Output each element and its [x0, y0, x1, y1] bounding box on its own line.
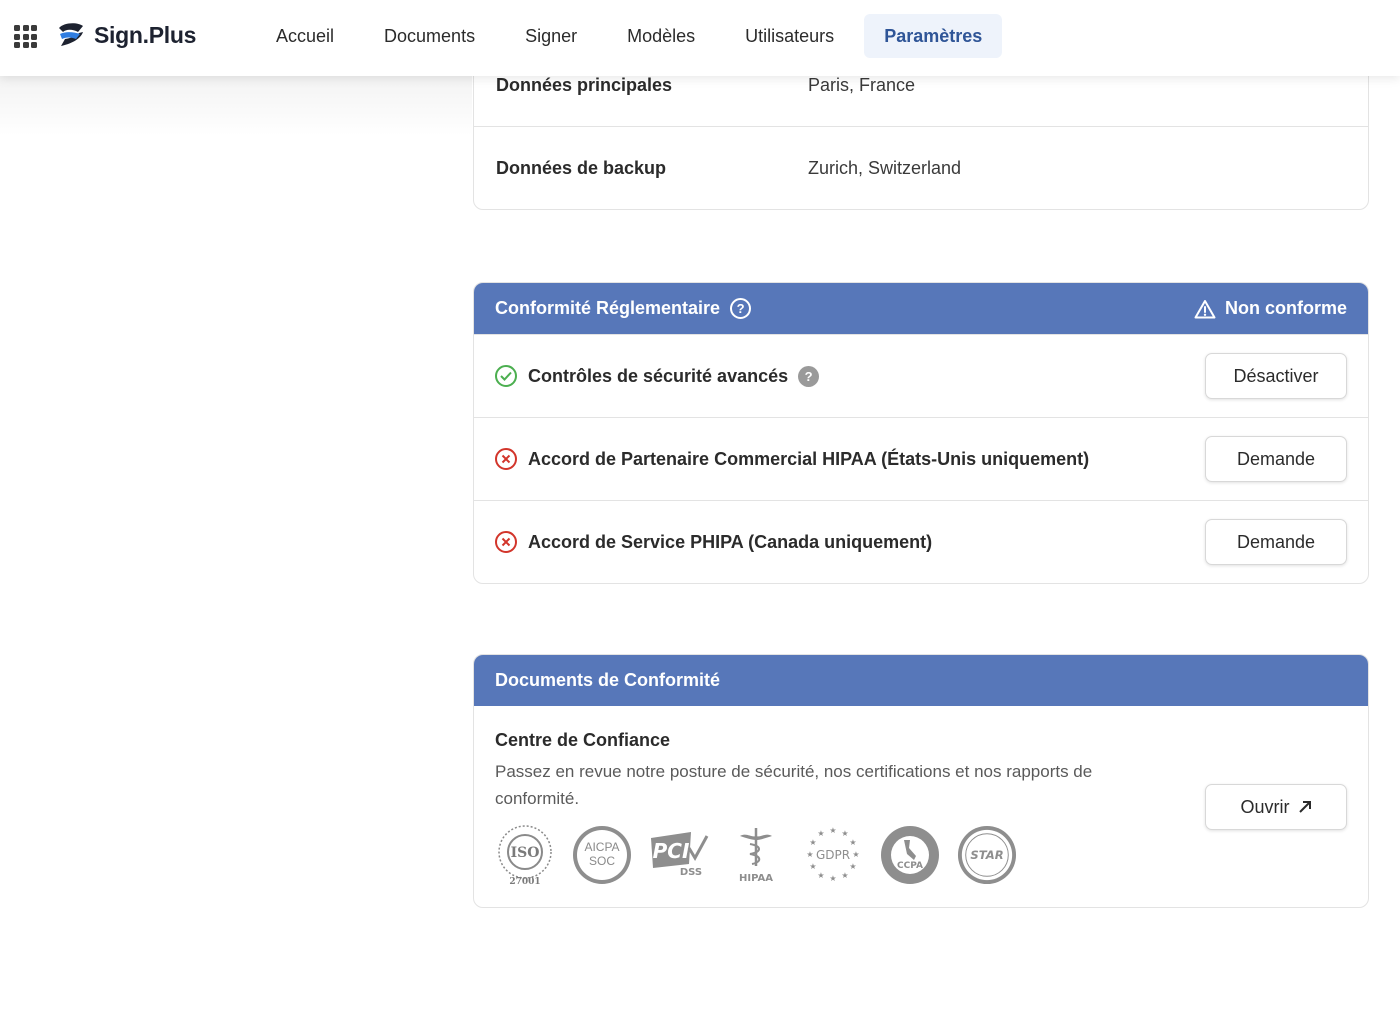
compliance-item-label: Accord de Service PHIPA (Canada uniqueme… [528, 531, 933, 552]
deactivate-button[interactable]: Désactiver [1205, 353, 1347, 399]
open-trust-center-button[interactable]: Ouvrir [1205, 784, 1347, 830]
compliance-documents-header: Documents de Conformité [474, 655, 1368, 706]
badge-subtext: SOC [589, 854, 615, 868]
svg-text:★: ★ [849, 838, 856, 847]
top-navigation-bar: Sign.Plus Accueil Documents Signer Modèl… [0, 0, 1400, 76]
sign-plus-logo-icon [59, 23, 83, 46]
section-title: Documents de Conformité [495, 670, 721, 690]
certification-badges: ISO 27001 AICPA SOC PCI DSS HIPAA ★ ★ ★ … [495, 824, 1017, 886]
nav-item-parametres[interactable]: Paramètres [864, 14, 1003, 58]
ccpa-badge-icon: CCPA [880, 824, 940, 886]
data-location-row: Données de backup Zurich, Switzerland [474, 127, 1368, 210]
svg-text:★: ★ [806, 850, 813, 859]
nav-item-documents[interactable]: Documents [364, 14, 495, 58]
svg-text:★: ★ [829, 826, 836, 835]
svg-text:★: ★ [841, 829, 848, 838]
compliance-row: Accord de Service PHIPA (Canada uniqueme… [474, 500, 1368, 583]
brand-name: Sign.Plus [94, 21, 197, 48]
data-location-label: Données principales [496, 74, 673, 95]
badge-text: CCPA [897, 861, 923, 871]
nav-item-signer[interactable]: Signer [505, 14, 597, 58]
x-circle-icon [495, 448, 517, 470]
regulatory-compliance-header: Conformité Réglementaire ? Non conforme [474, 283, 1368, 334]
data-location-label: Données de backup [496, 158, 667, 178]
badge-subtext: DSS [680, 867, 702, 878]
compliance-status: Non conforme [1194, 283, 1347, 334]
nav-item-accueil[interactable]: Accueil [256, 14, 354, 58]
badge-text: STAR [970, 848, 1003, 862]
compliance-row: Contrôles de sécurité avancés ? Désactiv… [474, 334, 1368, 417]
app-launcher-grid-icon[interactable] [14, 25, 37, 48]
compliance-item-label: Accord de Partenaire Commercial HIPAA (É… [528, 448, 1090, 469]
open-button-label: Ouvrir [1240, 796, 1290, 817]
nav-item-modeles[interactable]: Modèles [607, 14, 715, 58]
request-button[interactable]: Demande [1205, 519, 1347, 565]
warning-icon [1194, 299, 1216, 318]
pci-dss-badge-icon: PCI DSS [649, 824, 709, 886]
data-location-value: Zurich, Switzerland [808, 158, 962, 178]
sidebar-shadow [0, 76, 472, 136]
badge-text: GDPR [816, 848, 850, 862]
badge-text: AICPA [584, 840, 619, 854]
main-nav: Accueil Documents Signer Modèles Utilisa… [256, 14, 1012, 58]
svg-text:★: ★ [829, 874, 836, 883]
external-link-arrow-icon [1298, 801, 1311, 813]
svg-text:★: ★ [809, 862, 816, 871]
help-icon[interactable]: ? [798, 365, 820, 387]
aicpa-soc-badge-icon: AICPA SOC [572, 824, 632, 886]
nav-item-utilisateurs[interactable]: Utilisateurs [725, 14, 854, 58]
trust-center-title: Centre de Confiance [495, 730, 671, 750]
trust-center-description: Passez en revue notre posture de sécurit… [495, 762, 1093, 808]
request-button[interactable]: Demande [1205, 436, 1347, 482]
svg-text:★: ★ [849, 862, 856, 871]
check-circle-icon [495, 365, 517, 387]
badge-text: ISO [511, 845, 540, 861]
compliance-item-label: Contrôles de sécurité avancés [528, 365, 789, 386]
brand-logo[interactable]: Sign.Plus [56, 20, 196, 50]
svg-text:★: ★ [817, 871, 824, 880]
badge-subtext: 27001 [509, 877, 540, 886]
badge-text: HIPAA [739, 873, 773, 884]
svg-text:★: ★ [852, 850, 859, 859]
iso-27001-badge-icon: ISO 27001 [495, 824, 555, 886]
regulatory-compliance-card: Conformité Réglementaire ? Non conforme … [473, 282, 1369, 584]
svg-text:★: ★ [809, 838, 816, 847]
compliance-row: Accord de Partenaire Commercial HIPAA (É… [474, 417, 1368, 500]
svg-text:★: ★ [817, 829, 824, 838]
x-circle-icon [495, 531, 517, 553]
hipaa-badge-icon: HIPAA [726, 824, 786, 886]
compliance-documents-card: Documents de Conformité Centre de Confia… [473, 654, 1369, 908]
trust-center: Centre de Confiance Passez en revue notr… [474, 706, 1368, 907]
gdpr-badge-icon: ★ ★ ★ ★ ★ ★ ★ ★ ★ ★ ★ ★ GDPR [803, 824, 863, 886]
svg-text:★: ★ [841, 871, 848, 880]
section-title: Conformité Réglementaire [495, 298, 721, 318]
badge-text: PCI [653, 839, 690, 863]
help-icon[interactable]: ? [730, 298, 752, 319]
csa-star-badge-icon: STAR [957, 824, 1017, 886]
data-location-value: Paris, France [808, 74, 916, 95]
compliance-status-text: Non conforme [1224, 298, 1347, 318]
